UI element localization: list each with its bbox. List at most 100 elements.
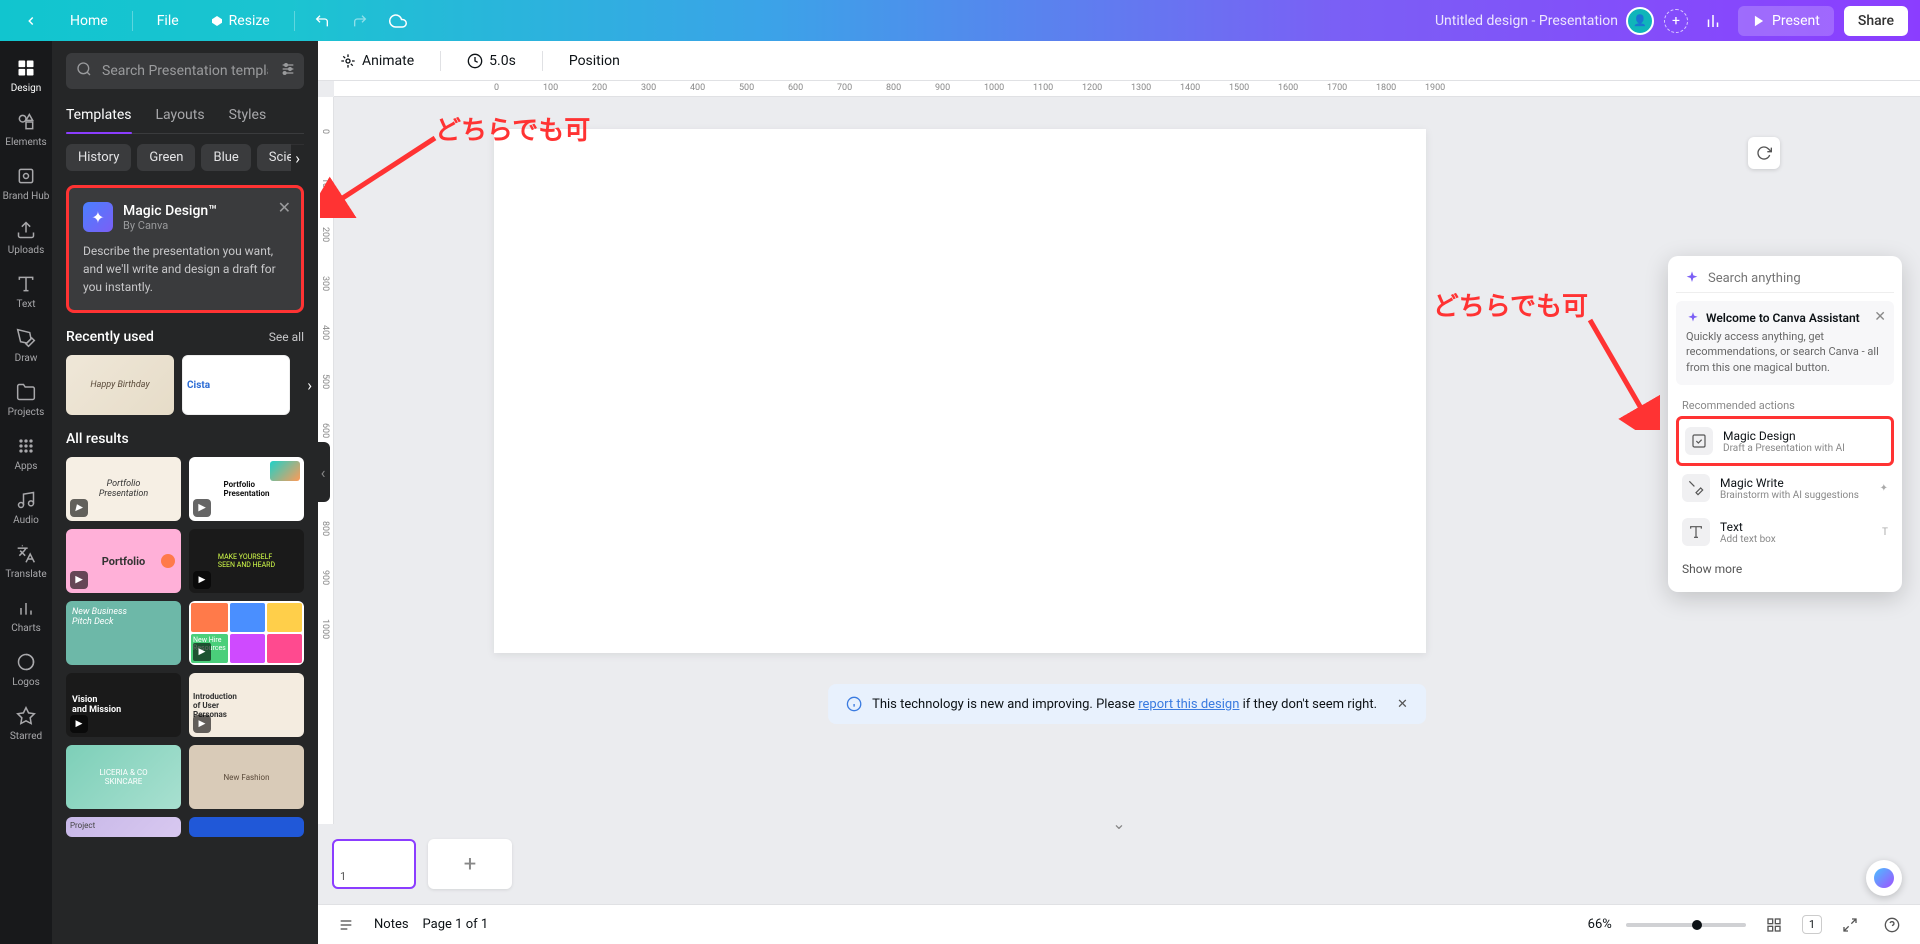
chip-blue[interactable]: Blue: [201, 144, 250, 171]
magic-design-sub: Draft a Presentation with AI: [1723, 443, 1845, 454]
rail-starred[interactable]: Starred: [0, 697, 52, 749]
chip-green[interactable]: Green: [137, 144, 195, 171]
present-button[interactable]: Present: [1738, 6, 1834, 36]
rail-design[interactable]: Design: [0, 49, 52, 101]
magic-title: Magic Design™: [123, 203, 217, 219]
text-icon: [1682, 518, 1710, 546]
file-menu[interactable]: File: [145, 7, 191, 35]
rail-audio[interactable]: Audio: [0, 481, 52, 533]
zoom-slider[interactable]: [1626, 923, 1746, 927]
assistant-text[interactable]: Text Add text box T: [1676, 510, 1894, 554]
undo-button[interactable]: [307, 6, 337, 36]
notice-close-button[interactable]: ✕: [1397, 697, 1408, 712]
rail-uploads[interactable]: Uploads: [0, 211, 52, 263]
notes-toggle[interactable]: [332, 911, 360, 939]
page-thumbnail-1[interactable]: 1: [332, 839, 416, 889]
thumbs-scroll-right[interactable]: ›: [307, 376, 312, 395]
duration-button[interactable]: 5.0s: [459, 49, 524, 73]
assistant-magic-write[interactable]: Magic Write Brainstorm with AI suggestio…: [1676, 466, 1894, 510]
tab-styles[interactable]: Styles: [229, 101, 267, 133]
chip-history[interactable]: History: [66, 144, 131, 171]
share-button[interactable]: Share: [1844, 6, 1908, 36]
position-button[interactable]: Position: [561, 49, 628, 73]
add-member-button[interactable]: +: [1664, 9, 1688, 33]
play-icon: ▶: [193, 499, 211, 517]
top-bar: Home File Resize Untitled design - Prese…: [0, 0, 1920, 41]
template-thumb[interactable]: Introduction of User Personas▶: [189, 673, 304, 737]
magic-design-card[interactable]: ✦ Magic Design™ By Canva ✕ Describe the …: [66, 185, 304, 313]
tab-layouts[interactable]: Layouts: [156, 101, 205, 133]
page-count-badge[interactable]: 1: [1802, 915, 1822, 934]
chips-scroll-right[interactable]: ›: [291, 144, 304, 171]
sparkle-icon: [1686, 311, 1700, 325]
fullscreen-button[interactable]: [1836, 911, 1864, 939]
play-icon: ▶: [70, 715, 88, 733]
rail-draw[interactable]: Draw: [0, 319, 52, 371]
welcome-title: Welcome to Canva Assistant: [1686, 311, 1884, 325]
user-avatar[interactable]: 👤: [1626, 7, 1654, 35]
page-canvas[interactable]: [494, 129, 1426, 653]
tab-templates[interactable]: Templates: [66, 101, 132, 133]
grid-view-button[interactable]: [1760, 911, 1788, 939]
animate-button[interactable]: Animate: [332, 49, 422, 73]
template-thumb[interactable]: New Hire Resources▶: [189, 601, 304, 665]
template-thumb[interactable]: Portfolio Presentation▶: [189, 457, 304, 521]
template-thumb[interactable]: New Business Pitch Deck: [66, 601, 181, 665]
help-button[interactable]: [1878, 911, 1906, 939]
premium-icon: ✦: [1880, 483, 1888, 494]
template-thumb[interactable]: Project: [66, 817, 181, 837]
filter-icon[interactable]: [280, 61, 296, 81]
page-number: 1: [340, 870, 346, 883]
cloud-sync-icon[interactable]: [383, 6, 413, 36]
template-thumb[interactable]: PortfolioPresentation▶: [66, 457, 181, 521]
rail-elements[interactable]: Elements: [0, 103, 52, 155]
assistant-magic-design[interactable]: Magic Design Draft a Presentation with A…: [1676, 416, 1894, 466]
magic-close-button[interactable]: ✕: [278, 198, 291, 217]
canva-assistant-panel: Welcome to Canva Assistant Quickly acces…: [1668, 256, 1902, 592]
left-rail: Design Elements Brand Hub Uploads Text D…: [0, 41, 52, 944]
regenerate-button[interactable]: [1748, 137, 1780, 169]
resize-button[interactable]: Resize: [199, 7, 282, 35]
rail-translate[interactable]: Translate: [0, 535, 52, 587]
template-thumb[interactable]: [189, 817, 304, 837]
assistant-fab[interactable]: [1866, 860, 1902, 896]
add-page-button[interactable]: +: [428, 839, 512, 889]
template-thumb[interactable]: New Fashion: [189, 745, 304, 809]
rail-charts[interactable]: Charts: [0, 589, 52, 641]
see-all-link[interactable]: See all: [269, 330, 304, 344]
magic-write-sub: Brainstorm with AI suggestions: [1720, 490, 1859, 501]
notes-label[interactable]: Notes: [374, 917, 409, 932]
design-title[interactable]: Untitled design - Presentation: [1435, 13, 1618, 29]
all-results-title: All results: [66, 431, 129, 447]
welcome-close-button[interactable]: ✕: [1874, 309, 1886, 325]
panel-collapse-handle[interactable]: ‹: [316, 442, 330, 502]
zoom-level[interactable]: 66%: [1588, 917, 1612, 932]
analytics-button[interactable]: [1698, 6, 1728, 36]
rail-projects[interactable]: Projects: [0, 373, 52, 425]
strip-collapse-button[interactable]: ⌄: [1112, 814, 1125, 833]
play-icon: ▶: [70, 499, 88, 517]
template-thumb[interactable]: Vision and Mission▶: [66, 673, 181, 737]
rail-text[interactable]: Text: [0, 265, 52, 317]
template-thumb[interactable]: Cista: [182, 355, 290, 415]
assistant-search-input[interactable]: [1708, 271, 1886, 286]
search-icon: [76, 61, 92, 81]
redo-button[interactable]: [345, 6, 375, 36]
report-design-link[interactable]: report this design: [1138, 697, 1239, 712]
show-more-button[interactable]: Show more: [1676, 554, 1894, 584]
play-icon: ▶: [193, 571, 211, 589]
rail-logos[interactable]: Logos: [0, 643, 52, 695]
template-search-input[interactable]: [66, 53, 304, 89]
recommended-section-label: Recommended actions: [1676, 395, 1894, 416]
rail-brand-hub[interactable]: Brand Hub: [0, 157, 52, 209]
template-thumb[interactable]: MAKE YOURSELF SEEN AND HEARD▶: [189, 529, 304, 593]
home-button[interactable]: Home: [58, 7, 120, 35]
template-thumb[interactable]: Portfolio▶: [66, 529, 181, 593]
template-thumb[interactable]: Happy Birthday: [66, 355, 174, 415]
animate-label: Animate: [362, 53, 414, 69]
rail-apps[interactable]: Apps: [0, 427, 52, 479]
template-thumb[interactable]: LICERIA & CO SKINCARE: [66, 745, 181, 809]
magic-icon: ✦: [83, 202, 113, 232]
back-button[interactable]: [12, 8, 50, 34]
recently-used-title: Recently used: [66, 329, 154, 345]
